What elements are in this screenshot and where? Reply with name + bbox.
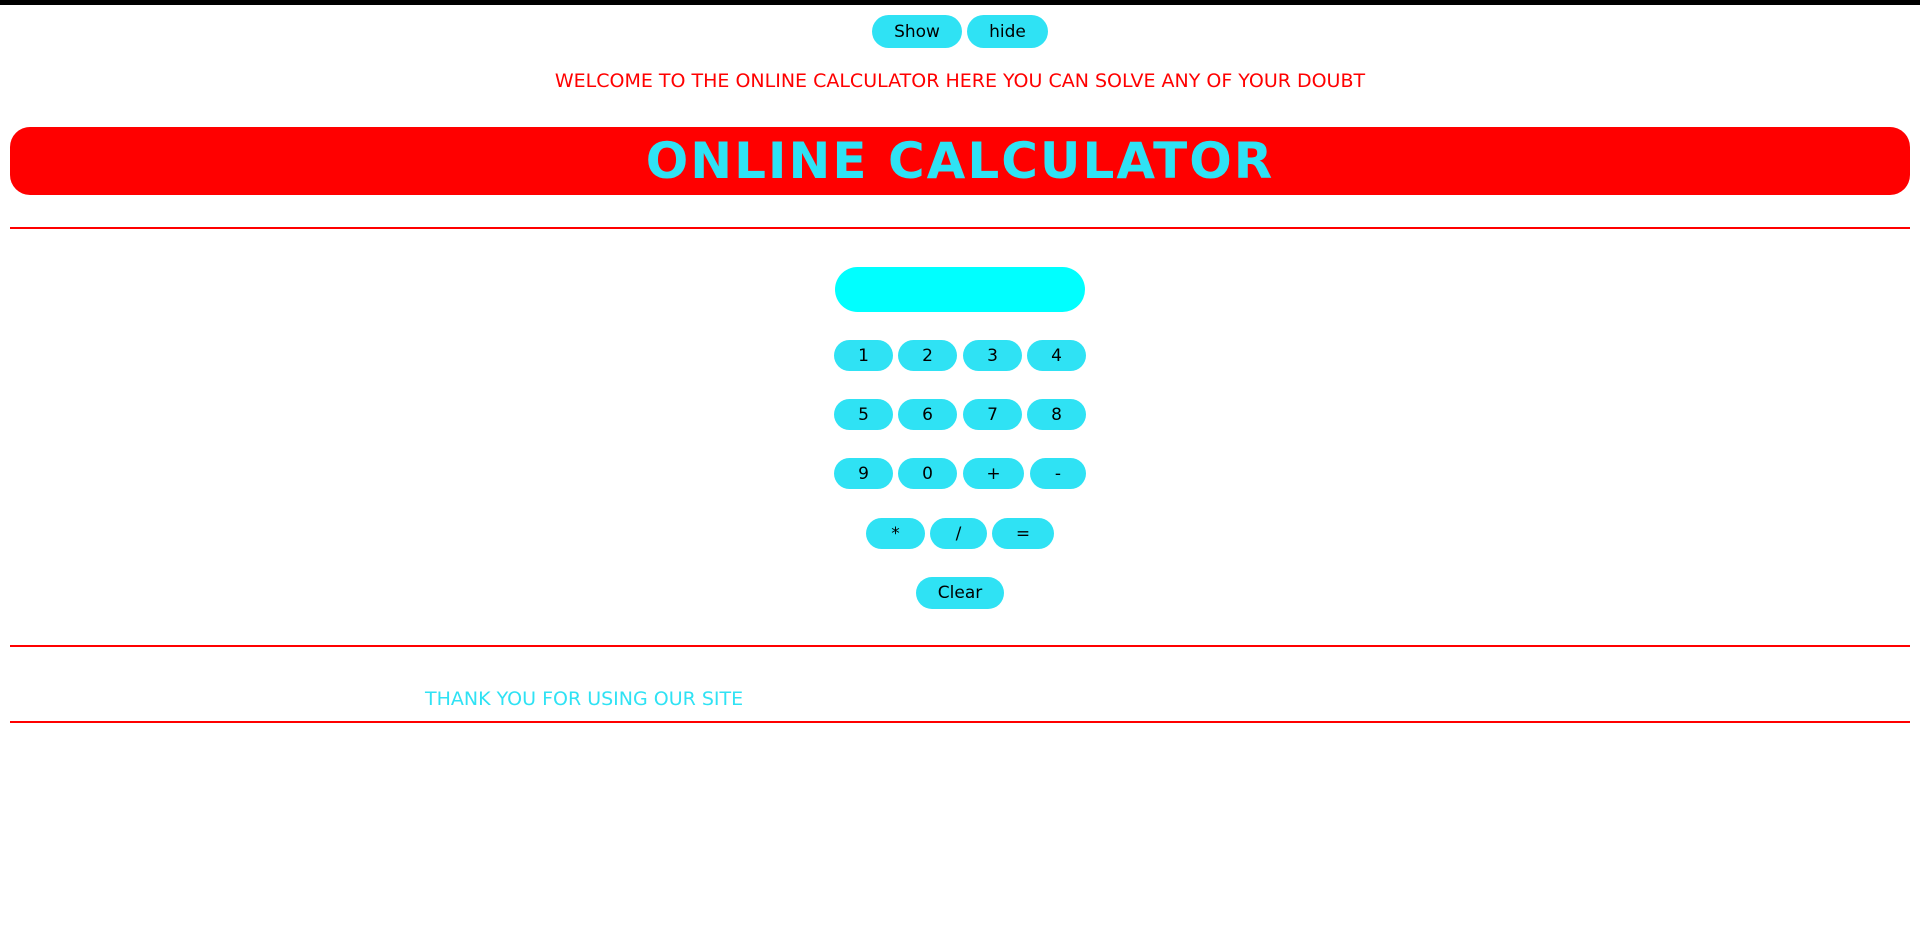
divider-middle [10,645,1910,647]
top-strip [0,0,1920,5]
hide-button[interactable]: hide [967,15,1048,48]
key-multiply[interactable]: * [866,518,925,549]
key-equals[interactable]: = [992,518,1054,549]
key-4[interactable]: 4 [1027,340,1086,371]
show-button[interactable]: Show [872,15,962,48]
page-title: ONLINE CALCULATOR [645,132,1275,190]
footer-thanks: THANK YOU FOR USING OUR SITE [425,688,744,710]
key-0[interactable]: 0 [898,458,957,489]
key-7[interactable]: 7 [963,399,1022,430]
key-2[interactable]: 2 [898,340,957,371]
calculator-display[interactable] [835,267,1085,312]
divider-bottom [10,721,1910,723]
title-banner: ONLINE CALCULATOR [10,127,1910,195]
key-1[interactable]: 1 [834,340,893,371]
key-plus[interactable]: + [963,458,1024,489]
key-divide[interactable]: / [930,518,987,549]
key-3[interactable]: 3 [963,340,1022,371]
key-6[interactable]: 6 [898,399,957,430]
clear-button[interactable]: Clear [916,577,1004,609]
divider-top [10,227,1910,229]
key-minus[interactable]: - [1030,458,1086,489]
key-8[interactable]: 8 [1027,399,1086,430]
key-9[interactable]: 9 [834,458,893,489]
key-5[interactable]: 5 [834,399,893,430]
welcome-message: WELCOME TO THE ONLINE CALCULATOR HERE YO… [554,70,1366,92]
